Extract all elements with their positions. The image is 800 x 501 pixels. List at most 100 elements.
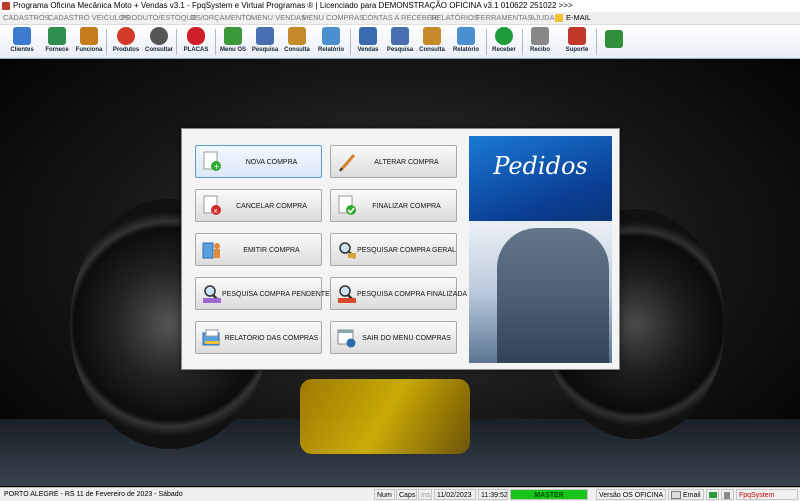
- emitir-compra-button[interactable]: EMITIR COMPRA: [195, 233, 322, 266]
- exit-icon: [605, 30, 623, 48]
- email-icon: [555, 14, 563, 22]
- cancel-document-icon: x: [201, 195, 223, 217]
- menu-vendas[interactable]: MENU VENDAS: [251, 12, 306, 24]
- status-date: 11/02/2023: [434, 489, 476, 500]
- toolbar-separator: [350, 29, 351, 55]
- dollar-coin-icon: [495, 27, 513, 45]
- pesquisa-compra-pendente-button[interactable]: PESQUISA COMPRA PENDENTE: [195, 277, 330, 310]
- menu-email[interactable]: E-MAIL: [566, 12, 591, 24]
- menu-relatorios[interactable]: RELATÓRIOS: [431, 12, 479, 24]
- pencil-icon: [336, 151, 358, 173]
- status-bar: PORTO ALEGRE - RS 11 de Fevereiro de 202…: [0, 487, 800, 501]
- receipt-icon: [531, 27, 549, 45]
- menu-cadastro-veiculos[interactable]: CADASTRO VEICULOS: [48, 12, 130, 24]
- supplier-icon: [48, 27, 66, 45]
- toolbar-clientes-button[interactable]: Clientes: [4, 26, 40, 57]
- status-company: FpqSystem: [736, 489, 798, 500]
- toolbar-fornece-button[interactable]: Fornece: [40, 26, 74, 57]
- finalizar-compra-button[interactable]: FINALIZAR COMPRA: [330, 189, 457, 222]
- banner-person-with-phone-image: [497, 228, 609, 363]
- cancelar-compra-button[interactable]: x CANCELAR COMPRA: [195, 189, 322, 222]
- status-email-label: Email: [683, 492, 701, 499]
- toolbar-receber-button[interactable]: Receber: [489, 26, 519, 57]
- pesquisa-compra-finalizada-button[interactable]: PESQUISA COMPRA FINALIZADA: [330, 277, 467, 310]
- relatorio-das-compras-button[interactable]: RELATÓRIO DAS COMPRAS: [195, 321, 322, 354]
- toolbar-produtos-button[interactable]: Produtos: [110, 26, 142, 57]
- toolbar-pesquisa-os-button[interactable]: Pesquisa: [250, 26, 280, 57]
- status-ins: Ins: [418, 489, 432, 500]
- monitor-icon: [359, 27, 377, 45]
- report-icon: [201, 327, 223, 349]
- support-icon: [568, 27, 586, 45]
- nova-compra-button[interactable]: + NOVA COMPRA: [195, 145, 322, 178]
- app-icon: [2, 2, 10, 10]
- menu-bar: CADASTROS CADASTRO VEICULOS PRODUTO/ESTO…: [0, 12, 800, 25]
- report-icon: [457, 27, 475, 45]
- search-pending-icon: [201, 283, 223, 305]
- tomato-basket-icon: [117, 27, 135, 45]
- toolbar-separator: [596, 29, 597, 55]
- box-icon: [288, 27, 306, 45]
- clipboard-check-icon: [224, 27, 242, 45]
- toolbar-consultar-button[interactable]: Consultar: [143, 26, 175, 57]
- status-spacer: [590, 489, 594, 500]
- toolbar-pesquisa-vendas-button[interactable]: Pesquisa: [385, 26, 415, 57]
- menu-cadastros[interactable]: CADASTROS: [3, 12, 50, 24]
- pedidos-banner: Pedidos: [469, 136, 612, 363]
- toolbar-suporte-button[interactable]: Suporte: [562, 26, 592, 57]
- toolbar: Clientes Fornece Funciona Produtos Consu…: [0, 25, 800, 59]
- alterar-compra-button[interactable]: ALTERAR COMPRA: [330, 145, 457, 178]
- toolbar-separator: [522, 29, 523, 55]
- flag-icon: [706, 489, 719, 500]
- toolbar-separator: [176, 29, 177, 55]
- red-car-icon: [187, 27, 205, 45]
- toolbar-consulta-vendas-button[interactable]: Consulta: [417, 26, 447, 57]
- toolbar-separator: [215, 29, 216, 55]
- toolbar-vendas-button[interactable]: Vendas: [353, 26, 383, 57]
- menu-produto-estoque[interactable]: PRODUTO/ESTOQUE: [121, 12, 197, 24]
- people-icon: [13, 27, 31, 45]
- magnifier-icon: [256, 27, 274, 45]
- toolbar-relatorio-vendas-button[interactable]: Relatório: [449, 26, 483, 57]
- phone-icon: [721, 489, 734, 500]
- toolbar-exit-button[interactable]: [600, 26, 628, 57]
- toolbar-recibo-button[interactable]: Recibo: [525, 26, 555, 57]
- toolbar-funciona-button[interactable]: Funciona: [74, 26, 104, 57]
- toolbar-placas-button[interactable]: PLACAS: [179, 26, 213, 57]
- exit-window-icon: [336, 327, 358, 349]
- status-time: 11:39:52: [478, 489, 508, 500]
- new-document-icon: +: [201, 151, 223, 173]
- menu-contas-a-receber[interactable]: CONTAS A RECEBER: [362, 12, 437, 24]
- menu-ferramentas[interactable]: FERRAMENTAS: [476, 12, 532, 24]
- employee-icon: [80, 27, 98, 45]
- toolbar-separator: [106, 29, 107, 55]
- search-icon: [336, 239, 358, 261]
- magnifier-icon: [391, 27, 409, 45]
- toolbar-menu-os-button[interactable]: Menu OS: [218, 26, 248, 57]
- report-icon: [322, 27, 340, 45]
- pesquisar-compra-geral-button[interactable]: PESQUISAR COMPRA GERAL: [330, 233, 457, 266]
- window-title: Programa Oficina Mecânica Moto + Vendas …: [13, 1, 573, 10]
- svg-text:+: +: [213, 162, 220, 171]
- sair-do-menu-compras-button[interactable]: SAIR DO MENU COMPRAS: [330, 321, 457, 354]
- toolbar-relatorio-os-button[interactable]: Relatório: [314, 26, 348, 57]
- status-location-date: PORTO ALEGRE - RS 11 de Fevereiro de 202…: [4, 491, 183, 498]
- toolbar-consulta-os-button[interactable]: Consulta: [282, 26, 312, 57]
- menu-ajuda[interactable]: AJUDA: [530, 12, 555, 24]
- motorcycle-engine: [300, 379, 470, 454]
- box-icon: [423, 27, 441, 45]
- menu-compras[interactable]: MENU COMPRAS: [302, 12, 364, 24]
- envelope-icon: [671, 491, 681, 499]
- status-caps: Caps: [396, 489, 417, 500]
- status-version: Versão OS OFICINA 3.1: [596, 489, 666, 500]
- barcode-icon: [150, 27, 168, 45]
- status-user-mode: MASTER: [510, 489, 588, 500]
- title-bar: Programa Oficina Mecânica Moto + Vendas …: [0, 0, 800, 12]
- toolbar-separator: [486, 29, 487, 55]
- banner-title: Pedidos: [493, 152, 588, 180]
- status-num: Num: [374, 489, 395, 500]
- compras-menu-dialog: + NOVA COMPRA ALTERAR COMPRA x CANCELAR …: [181, 128, 620, 370]
- print-person-icon: [201, 239, 223, 261]
- status-email-button[interactable]: Email: [668, 489, 704, 500]
- menu-os-orcamento[interactable]: OS/ORÇAMENTO: [190, 12, 252, 24]
